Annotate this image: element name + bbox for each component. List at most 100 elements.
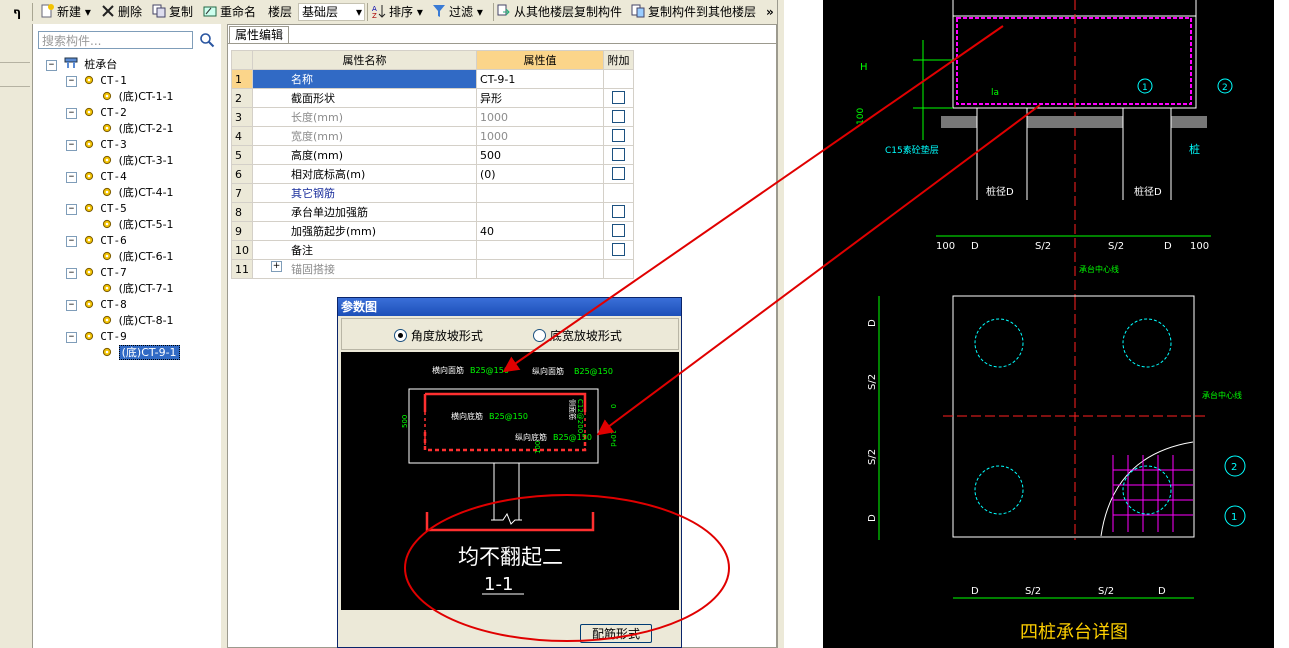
property-value[interactable]: 异形 <box>476 88 604 108</box>
property-name: 其它钢筋 <box>252 183 477 203</box>
new-button[interactable]: 新建 ▾ <box>40 3 91 21</box>
property-row[interactable]: 7 其它钢筋 <box>231 183 634 203</box>
rename-button[interactable]: 重命名 <box>203 3 256 21</box>
attach-checkbox[interactable] <box>612 205 625 218</box>
collapse-icon[interactable]: − <box>66 108 77 119</box>
collapse-icon[interactable]: − <box>66 172 77 183</box>
dim-s2-l: S/2 <box>1035 241 1051 252</box>
property-value[interactable]: CT-9-1 <box>476 69 604 89</box>
tree-item[interactable]: − CT-7 <box>66 265 127 281</box>
mark-2: 2 <box>1222 83 1228 93</box>
tree-subitem[interactable]: (底)CT-6-1 <box>102 249 174 265</box>
tree-item[interactable]: − CT-8 <box>66 297 127 313</box>
dock-tab[interactable] <box>0 40 30 63</box>
property-row[interactable]: 11 + 锚固搭接 <box>231 259 634 279</box>
property-value[interactable]: 500 <box>476 145 604 165</box>
dim-s2-r: S/2 <box>1108 241 1124 252</box>
tree-subitem[interactable]: (底)CT-2-1 <box>102 121 174 137</box>
rebar-config-button[interactable]: 配筋形式 <box>580 624 652 643</box>
bot-h-label: 横向底筋 <box>451 411 483 421</box>
dock-tab[interactable] <box>0 64 30 87</box>
option-width-slope[interactable]: 底宽放坡形式 <box>533 327 622 344</box>
toolbar-overflow-button[interactable]: » <box>766 3 774 21</box>
collapse-icon[interactable]: − <box>66 204 77 215</box>
property-row[interactable]: 3 长度(mm) 1000 <box>231 107 634 127</box>
floor-select[interactable]: 基础层 ▾ <box>298 3 365 21</box>
collapse-icon[interactable]: − <box>66 268 77 279</box>
search-input[interactable]: 搜索构件... <box>38 31 193 49</box>
collapse-icon[interactable]: − <box>66 76 77 87</box>
tree-subitem[interactable]: (底)CT-5-1 <box>102 217 174 233</box>
tree-subitem[interactable]: (底)CT-4-1 <box>102 185 174 201</box>
delete-button[interactable]: 删除 <box>101 3 142 21</box>
property-value[interactable] <box>476 202 604 222</box>
attach-checkbox[interactable] <box>612 148 625 161</box>
tree-item[interactable]: − CT-1 <box>66 73 127 89</box>
collapse-icon[interactable]: − <box>66 300 77 311</box>
tree-item[interactable]: − CT-9 <box>66 329 127 345</box>
header-corner <box>231 50 253 70</box>
property-value[interactable] <box>476 183 604 203</box>
tree-subitem[interactable]: (底)CT-8-1 <box>102 313 174 329</box>
tree-item-label: CT-2 <box>100 106 127 119</box>
top-v-label: 纵向面筋 <box>532 366 564 376</box>
tree-subitem[interactable]: (底)CT-1-1 <box>102 89 174 105</box>
property-row[interactable]: 4 宽度(mm) 1000 <box>231 126 634 146</box>
attach-checkbox[interactable] <box>612 224 625 237</box>
component-icon <box>84 299 93 309</box>
property-value[interactable]: 1000 <box>476 126 604 146</box>
copy-from-floor-button[interactable]: 从其他楼层复制构件 <box>497 3 622 21</box>
property-value[interactable] <box>476 259 604 279</box>
collapse-icon[interactable]: − <box>66 332 77 343</box>
collapse-icon[interactable]: − <box>46 60 57 71</box>
expand-icon[interactable]: + <box>271 261 282 272</box>
attach-checkbox[interactable] <box>612 167 625 180</box>
property-row[interactable]: 10 备注 <box>231 240 634 260</box>
component-icon <box>84 235 93 245</box>
tree-item-label: CT-1 <box>100 74 127 87</box>
tree-item[interactable]: − CT-2 <box>66 105 127 121</box>
tab-property-editor[interactable]: 属性编辑 <box>229 26 289 44</box>
attach-checkbox[interactable] <box>612 243 625 256</box>
search-icon[interactable] <box>199 32 215 48</box>
sort-button[interactable]: A Z 排序 ▾ <box>372 3 423 21</box>
property-row[interactable]: 5 高度(mm) 500 <box>231 145 634 165</box>
tree-item[interactable]: − CT-3 <box>66 137 127 153</box>
property-value[interactable]: (0) <box>476 164 604 184</box>
tree-item[interactable]: − CT-4 <box>66 169 127 185</box>
tree-subitem[interactable]: (底)CT-7-1 <box>102 281 174 297</box>
property-extra <box>603 240 634 260</box>
collapse-icon[interactable]: − <box>66 236 77 247</box>
tree-subitem[interactable]: (底)CT-3-1 <box>102 153 174 169</box>
property-value[interactable] <box>476 240 604 260</box>
attach-checkbox[interactable] <box>612 129 625 142</box>
component-icon <box>84 107 93 117</box>
property-row[interactable]: 9 加强筋起步(mm) 40 <box>231 221 634 241</box>
option-angle-slope[interactable]: 角度放坡形式 <box>394 327 483 344</box>
tree-subitem[interactable]: (底)CT-9-1 <box>102 345 180 361</box>
property-row[interactable]: 1 名称 CT-9-1 <box>231 69 634 89</box>
pile-dia-left: 桩径D <box>986 185 1014 198</box>
filter-button[interactable]: 过滤 ▾ <box>432 3 483 21</box>
tree-root[interactable]: − 桩承台 <box>46 57 117 73</box>
tree-item[interactable]: − CT-5 <box>66 201 127 217</box>
pile-plan-3 <box>974 465 1024 515</box>
attach-checkbox[interactable] <box>612 91 625 104</box>
collapse-icon[interactable]: − <box>66 140 77 151</box>
property-row[interactable]: 2 截面形状 异形 <box>231 88 634 108</box>
property-value[interactable]: 1000 <box>476 107 604 127</box>
copy-to-floor-button[interactable]: 复制构件到其他楼层 <box>631 3 756 21</box>
tree-item[interactable]: − CT-6 <box>66 233 127 249</box>
component-icon <box>102 155 112 165</box>
left-dock-strip <box>0 24 33 648</box>
property-row[interactable]: 6 相对底标高(m) (0) <box>231 164 634 184</box>
property-row[interactable]: 8 承台单边加强筋 <box>231 202 634 222</box>
copy-button[interactable]: 复制 <box>152 3 193 21</box>
attach-checkbox[interactable] <box>612 110 625 123</box>
property-value[interactable]: 40 <box>476 221 604 241</box>
mark-1: 1 <box>1142 83 1148 93</box>
row-number: 5 <box>231 145 253 165</box>
drawing-title: 四桩承台详图 <box>1020 622 1128 643</box>
dialog-options <box>341 318 679 350</box>
pin-icon[interactable]: ᅟף <box>2 3 21 21</box>
